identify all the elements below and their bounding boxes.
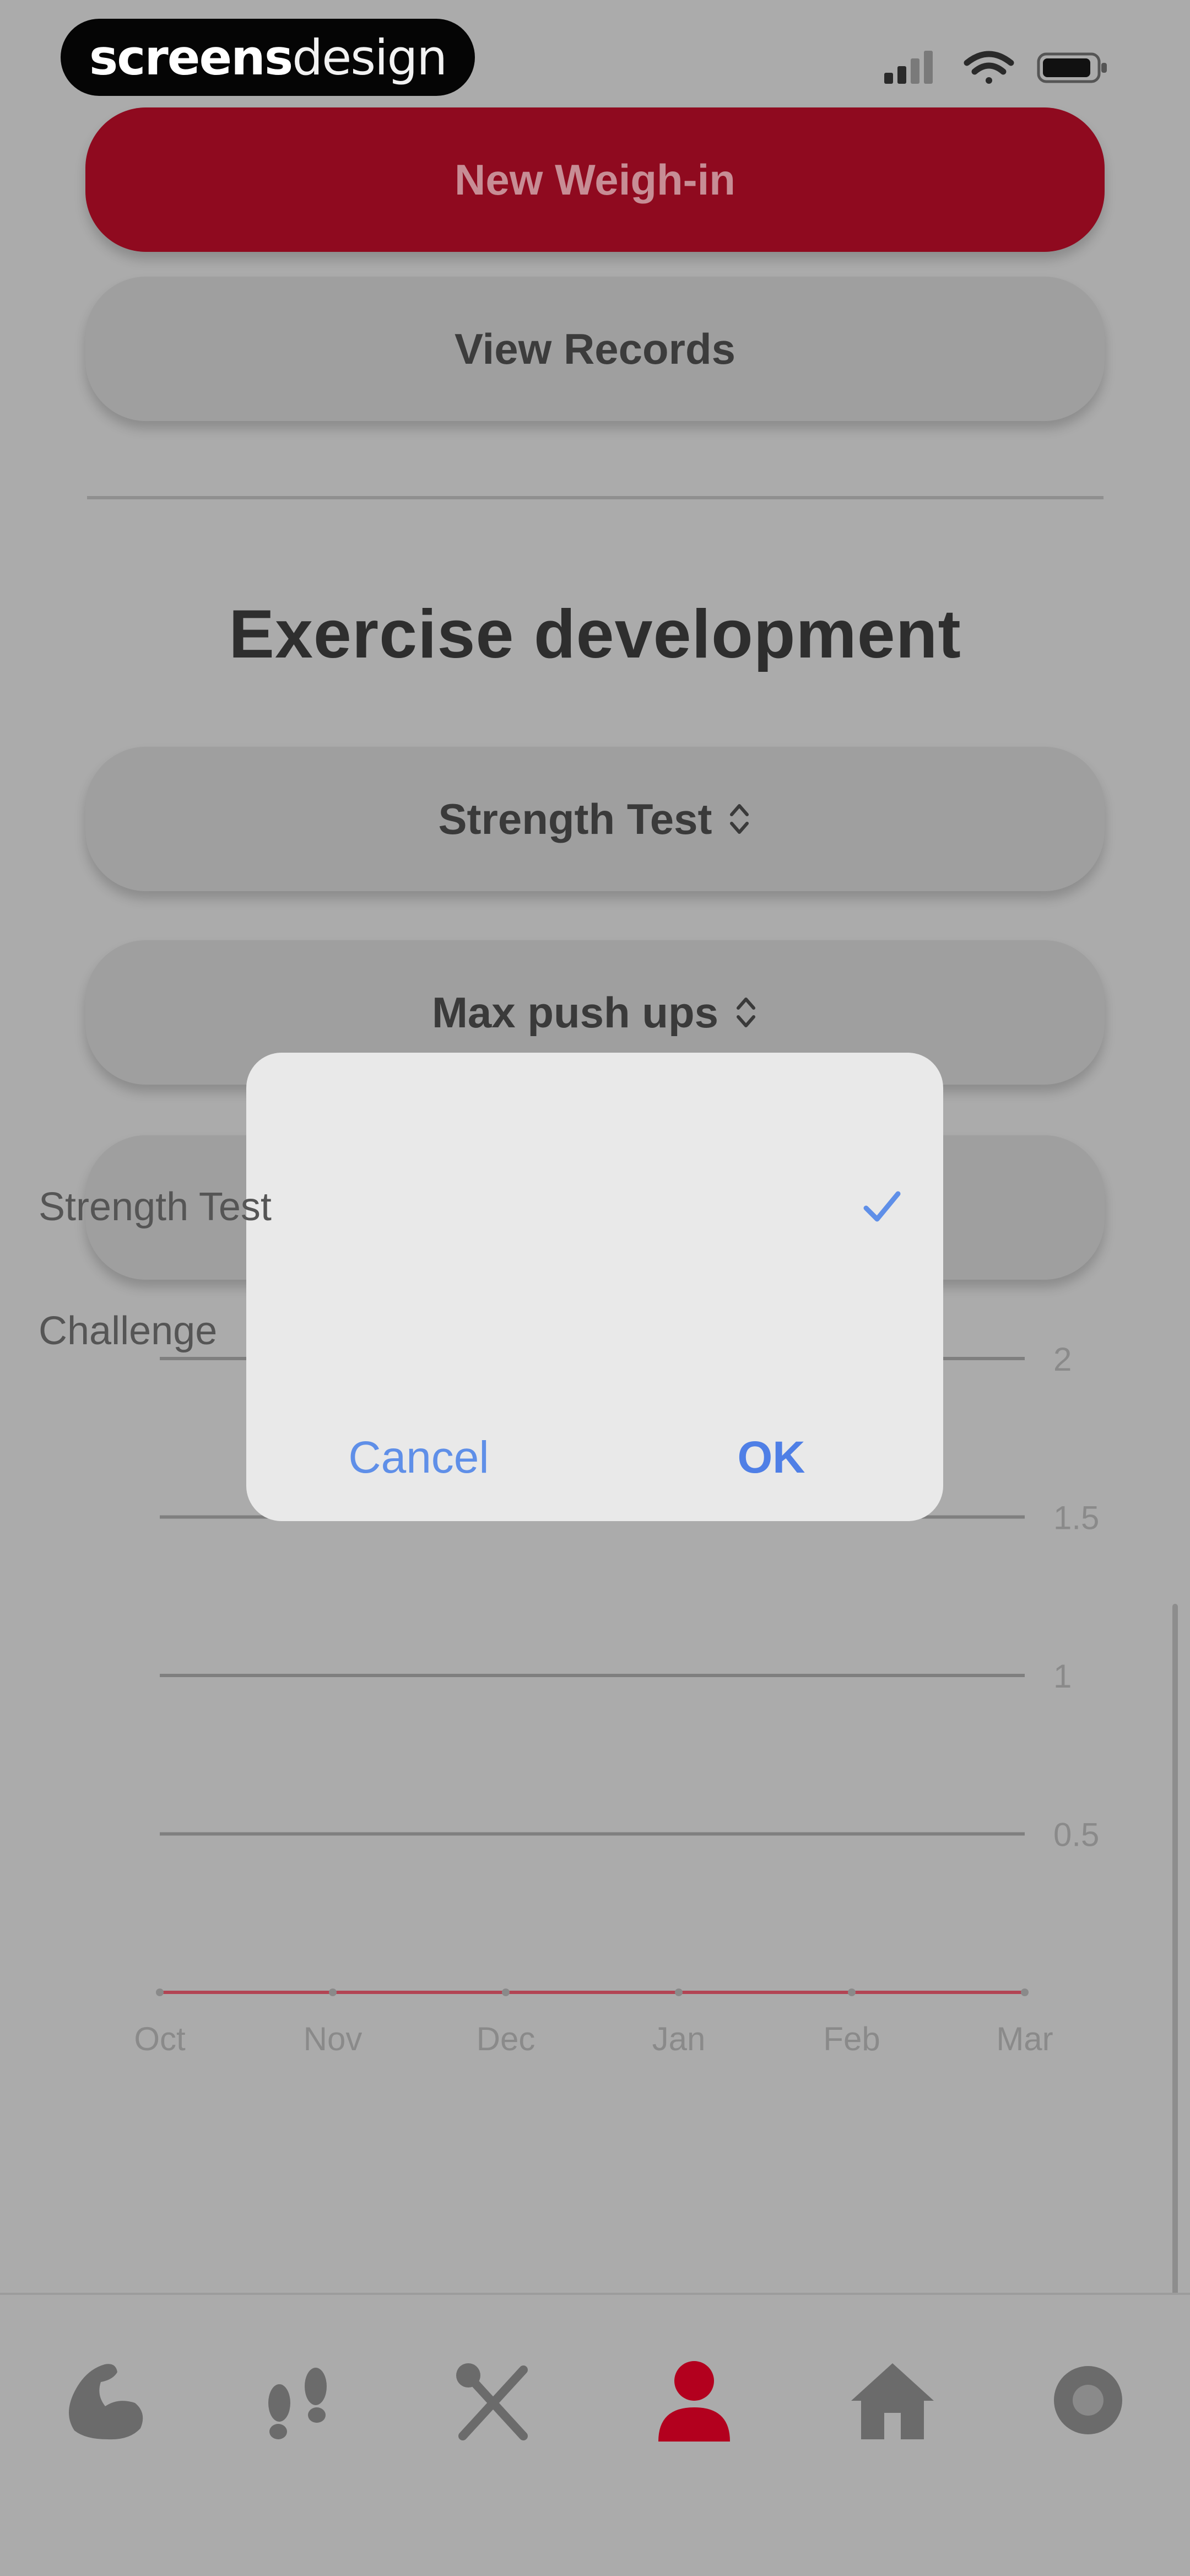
logo-light-text: design: [292, 29, 447, 86]
chevron-updown-icon: [737, 998, 756, 1027]
divider: [87, 496, 1104, 499]
test-type-select-label: Strength Test: [438, 794, 712, 843]
screensdesign-logo: screens design: [61, 19, 475, 96]
new-weigh-in-label: New Weigh-in: [455, 155, 735, 204]
x-tick-label: Dec: [477, 2020, 536, 2057]
scrollbar[interactable]: [1172, 1604, 1178, 2298]
data-point: [675, 1988, 683, 1996]
y-tick-label: 1.5: [1053, 1500, 1099, 1537]
cancel-button[interactable]: Cancel: [309, 1427, 529, 1488]
x-tick-label: Feb: [823, 2020, 880, 2057]
option-challenge[interactable]: Challenge: [39, 1303, 667, 1359]
x-tick-label: Nov: [304, 2020, 363, 2057]
option-strength-test[interactable]: Strength Test: [39, 1179, 667, 1235]
x-tick-label: Mar: [996, 2020, 1053, 2057]
section-title: Exercise development: [229, 596, 961, 672]
data-point: [1021, 1988, 1029, 1996]
exercise-select-label: Max push ups: [431, 988, 719, 1037]
nutrition-icon[interactable]: [441, 2348, 545, 2453]
app-screen: screens design New Weigh-in View Records …: [0, 0, 1190, 2576]
logo-bold-text: screens: [89, 29, 293, 86]
wifi-icon: [964, 51, 1014, 84]
option-label: Strength Test: [39, 1185, 272, 1229]
x-tick-label: Jan: [652, 2020, 706, 2057]
profile-icon[interactable]: [642, 2348, 747, 2453]
view-records-button[interactable]: View Records: [85, 277, 1105, 421]
data-point: [848, 1988, 856, 1996]
signal-icon: [884, 51, 933, 84]
x-tick-label: Oct: [134, 2020, 186, 2057]
data-point: [156, 1988, 164, 1996]
tab-bar: [0, 2293, 1190, 2576]
strength-icon[interactable]: [52, 2348, 157, 2453]
checkmark-icon: [863, 1191, 901, 1222]
data-point: [329, 1988, 337, 1996]
new-weigh-in-button[interactable]: New Weigh-in: [85, 107, 1105, 252]
status-icons: [884, 51, 1107, 84]
view-records-label: View Records: [454, 324, 736, 373]
chevron-updown-icon: [730, 804, 749, 834]
y-tick-label: 2: [1053, 1341, 1072, 1378]
data-point: [502, 1988, 510, 1996]
y-tick-label: 1: [1053, 1658, 1072, 1695]
home-icon[interactable]: [840, 2348, 945, 2453]
settings-icon[interactable]: [1036, 2348, 1140, 2453]
y-tick-label: 0.5: [1053, 1817, 1099, 1853]
battery-icon: [1037, 52, 1107, 83]
test-type-select[interactable]: Strength Test: [85, 747, 1105, 891]
footsteps-icon[interactable]: [245, 2348, 350, 2453]
ok-button[interactable]: OK: [689, 1427, 854, 1488]
option-label: Challenge: [39, 1309, 218, 1353]
